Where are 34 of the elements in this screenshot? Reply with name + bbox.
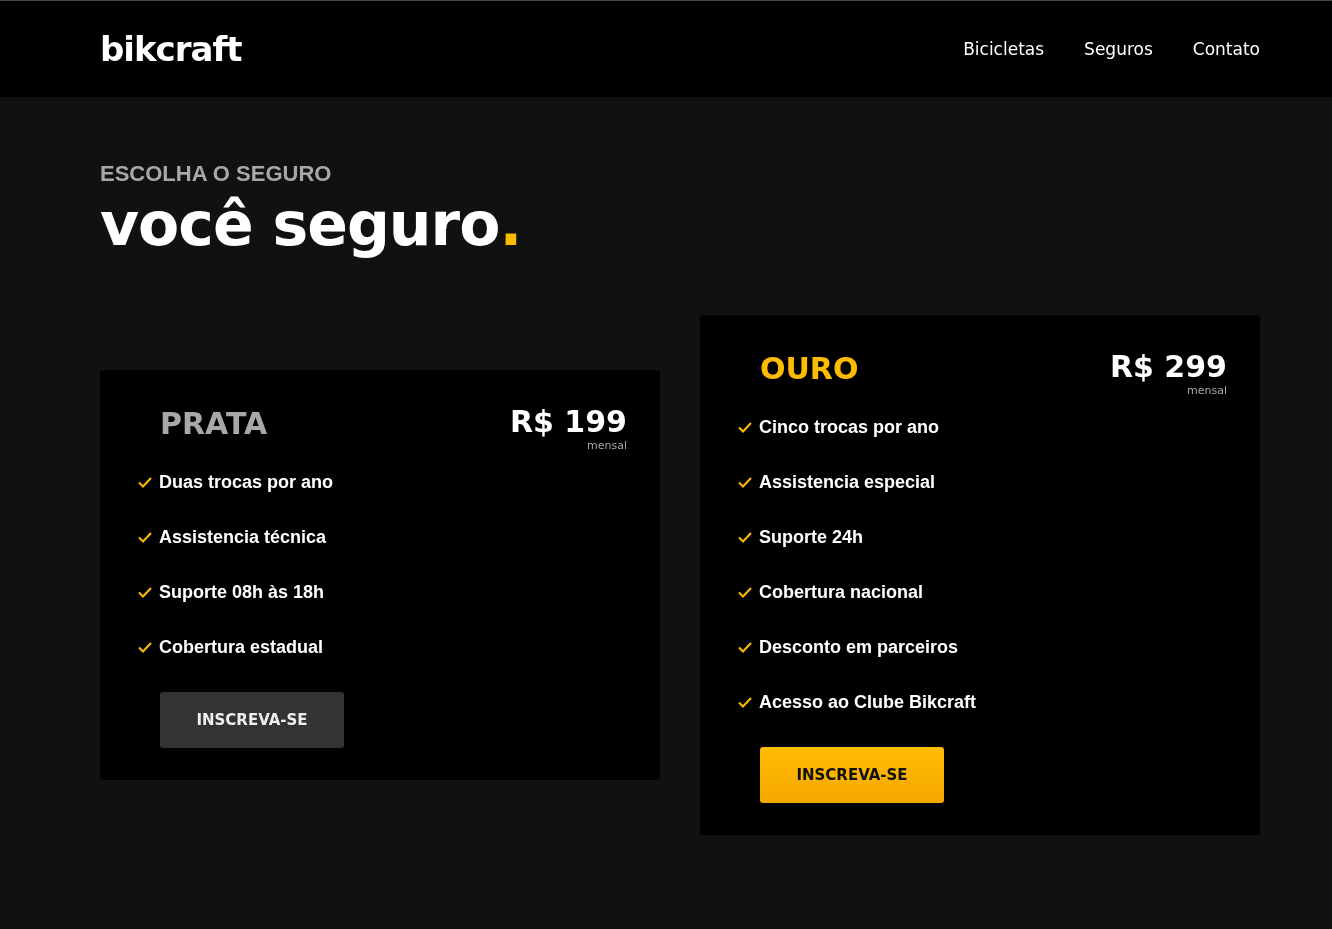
plan-name: OURO <box>760 350 859 386</box>
nav-link[interactable]: Contato <box>1192 39 1260 59</box>
subscribe-button[interactable]: INSCREVA-SE <box>760 747 944 803</box>
check-icon <box>138 642 152 653</box>
plan-price: R$ 199 <box>509 404 627 439</box>
check-icon <box>738 642 752 653</box>
check-icon <box>738 587 752 598</box>
plan-price: R$ 299 <box>1109 349 1227 384</box>
check-icon <box>738 532 752 543</box>
subscribe-button[interactable]: INSCREVA-SE <box>160 692 344 748</box>
price-period: mensal <box>587 439 627 452</box>
plan-feature: Desconto em parceiros <box>759 637 959 658</box>
plan-feature: Assistencia técnica <box>159 527 327 548</box>
nav-link[interactable]: Bicicletas <box>963 39 1045 59</box>
check-icon <box>138 477 152 488</box>
section-subtitle: ESCOLHA O SEGURO <box>100 161 333 187</box>
plan-feature: Cinco trocas por ano <box>759 417 940 438</box>
section-title: você seguro. <box>100 189 523 259</box>
check-icon <box>738 422 752 433</box>
plan-feature: Cobertura estadual <box>159 637 324 658</box>
plan-feature: Suporte 24h <box>759 527 864 548</box>
nav-link[interactable]: Seguros <box>1084 39 1153 59</box>
check-icon <box>138 587 152 598</box>
check-icon <box>138 532 152 543</box>
plan-feature: Cobertura nacional <box>759 582 924 603</box>
check-icon <box>738 697 752 708</box>
logo[interactable]: bikcraft <box>100 29 242 69</box>
check-icon <box>738 477 752 488</box>
plan-feature: Assistencia especial <box>759 472 936 493</box>
plan-feature: Acesso ao Clube Bikcraft <box>759 692 977 713</box>
plan-name: PRATA <box>160 405 268 441</box>
plan-feature: Duas trocas por ano <box>159 472 334 493</box>
plan-feature: Suporte 08h às 18h <box>159 582 325 603</box>
price-period: mensal <box>1187 384 1227 397</box>
